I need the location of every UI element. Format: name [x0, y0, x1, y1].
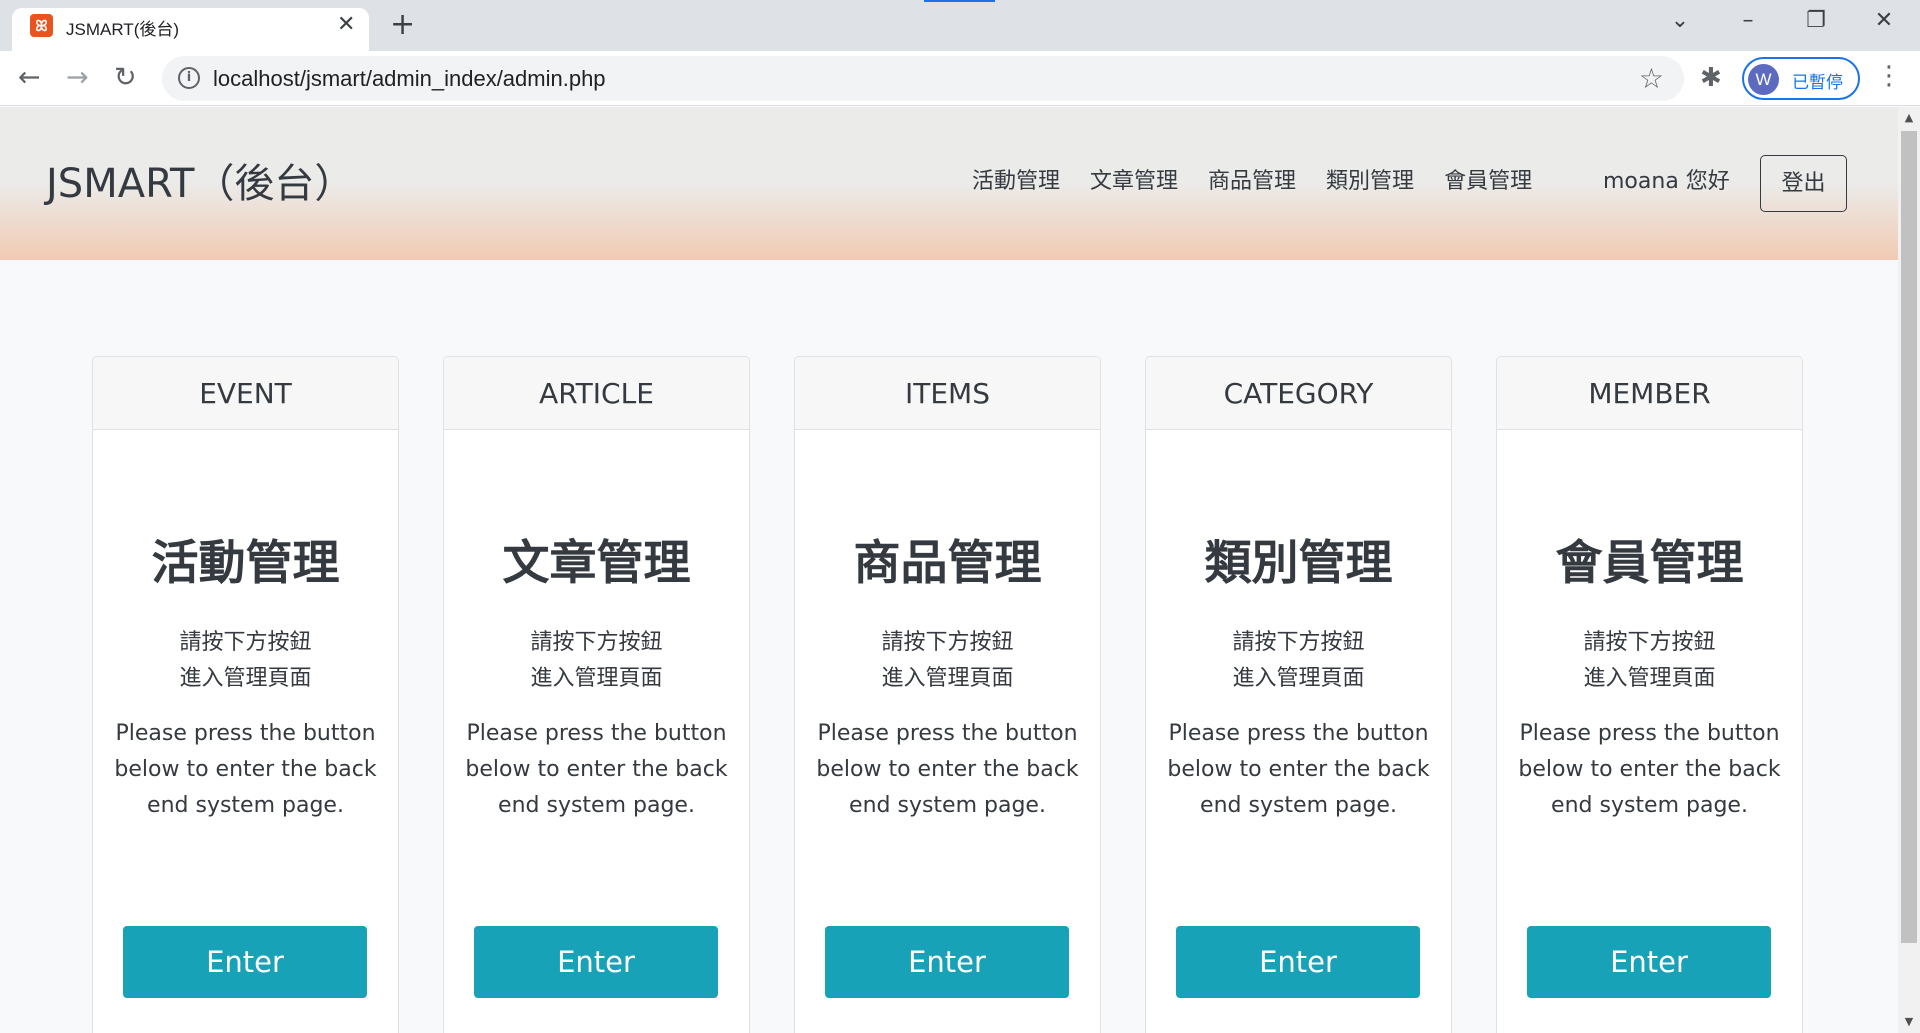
- card-instruction-line2: 進入管理頁面: [1232, 666, 1365, 691]
- bookmark-star-icon[interactable]: ☆: [1639, 62, 1664, 95]
- back-arrow-icon[interactable]: ←: [18, 63, 41, 93]
- card-title: 活動管理: [151, 536, 340, 591]
- kebab-menu-icon[interactable]: ⋮: [1876, 61, 1902, 91]
- user-greeting: moana 您好: [1603, 169, 1730, 194]
- reload-icon[interactable]: ↻: [114, 63, 137, 93]
- page-viewport: JSMART（後台） 活動管理 文章管理 商品管理 類別管理 會員管理 moan…: [0, 107, 1898, 1033]
- card-instruction-line1: 請按下方按鈕: [179, 630, 312, 655]
- card-category: CATEGORY 類別管理 請按下方按鈕 進入管理頁面 Please press…: [1145, 356, 1452, 1033]
- nav-link-member[interactable]: 會員管理: [1444, 163, 1532, 195]
- scroll-up-arrow-icon[interactable]: ▲: [1898, 109, 1920, 127]
- card-instruction-en: Please press the button below to enter t…: [816, 721, 1079, 818]
- card-instruction-cn: 請按下方按鈕 進入管理頁面: [444, 625, 749, 697]
- site-brand[interactable]: JSMART（後台）: [46, 151, 354, 209]
- browser-tab-bar: ꕤ JSMART(後台) ✕ + ⌄ – ❐ ✕: [0, 0, 1920, 51]
- card-title: 商品管理: [853, 536, 1042, 591]
- card-instruction-line1: 請按下方按鈕: [881, 630, 1014, 655]
- enter-category-button[interactable]: Enter: [1176, 926, 1420, 998]
- card-instruction-line1: 請按下方按鈕: [1583, 630, 1716, 655]
- restore-icon[interactable]: ❐: [1796, 8, 1836, 34]
- card-instruction-line1: 請按下方按鈕: [1232, 630, 1365, 655]
- card-instruction-line2: 進入管理頁面: [179, 666, 312, 691]
- browser-toolbar: ← → ↻ i localhost/jsmart/admin_index/adm…: [0, 51, 1920, 106]
- close-window-icon[interactable]: ✕: [1864, 8, 1904, 34]
- card-instruction-en: Please press the button below to enter t…: [465, 721, 728, 818]
- card-items: ITEMS 商品管理 請按下方按鈕 進入管理頁面 Please press th…: [794, 356, 1101, 1033]
- card-header: EVENT: [93, 357, 398, 430]
- enter-event-button[interactable]: Enter: [123, 926, 367, 998]
- card-instruction-line1: 請按下方按鈕: [530, 630, 663, 655]
- tab-strip-indicator: [924, 0, 995, 2]
- logout-button[interactable]: 登出: [1760, 155, 1847, 212]
- card-title: 會員管理: [1555, 536, 1744, 591]
- card-instruction-en: Please press the button below to enter t…: [1518, 721, 1781, 818]
- main-nav: 活動管理 文章管理 商品管理 類別管理 會員管理: [972, 163, 1532, 195]
- card-instruction-en: Please press the button below to enter t…: [1167, 721, 1430, 818]
- card-header: ARTICLE: [444, 357, 749, 430]
- tab-title: JSMART(後台): [66, 20, 180, 39]
- card-instruction-cn: 請按下方按鈕 進入管理頁面: [795, 625, 1100, 697]
- admin-cards: EVENT 活動管理 請按下方按鈕 進入管理頁面 Please press th…: [92, 356, 1804, 1033]
- extensions-puzzle-icon[interactable]: ✱: [1700, 63, 1722, 93]
- site-info-icon[interactable]: i: [178, 67, 200, 89]
- card-instruction-line2: 進入管理頁面: [1583, 666, 1716, 691]
- card-article: ARTICLE 文章管理 請按下方按鈕 進入管理頁面 Please press …: [443, 356, 750, 1033]
- card-instruction-cn: 請按下方按鈕 進入管理頁面: [1497, 625, 1802, 697]
- new-tab-plus-icon[interactable]: +: [390, 9, 415, 41]
- url-text[interactable]: localhost/jsmart/admin_index/admin.php: [213, 66, 606, 92]
- browser-tab[interactable]: ꕤ JSMART(後台) ✕: [12, 8, 369, 51]
- close-tab-icon[interactable]: ✕: [337, 12, 355, 37]
- card-instruction-line2: 進入管理頁面: [881, 666, 1014, 691]
- card-header: MEMBER: [1497, 357, 1802, 430]
- nav-link-event[interactable]: 活動管理: [972, 163, 1060, 195]
- profile-avatar: W: [1748, 64, 1779, 95]
- xampp-favicon-icon: ꕤ: [30, 14, 53, 37]
- card-header: CATEGORY: [1146, 357, 1451, 430]
- card-instruction-line2: 進入管理頁面: [530, 666, 663, 691]
- nav-link-category[interactable]: 類別管理: [1326, 163, 1414, 195]
- site-header: JSMART（後台） 活動管理 文章管理 商品管理 類別管理 會員管理 moan…: [0, 107, 1898, 260]
- page-scrollbar[interactable]: ▲ ▼: [1898, 107, 1920, 1033]
- card-instruction-cn: 請按下方按鈕 進入管理頁面: [93, 625, 398, 697]
- enter-items-button[interactable]: Enter: [825, 926, 1069, 998]
- card-header: ITEMS: [795, 357, 1100, 430]
- nav-link-items[interactable]: 商品管理: [1208, 163, 1296, 195]
- scroll-down-arrow-icon[interactable]: ▼: [1898, 1013, 1920, 1031]
- card-instruction-cn: 請按下方按鈕 進入管理頁面: [1146, 625, 1451, 697]
- card-instruction-en: Please press the button below to enter t…: [114, 721, 377, 818]
- minimize-icon[interactable]: –: [1728, 8, 1768, 34]
- card-title: 類別管理: [1204, 536, 1393, 591]
- enter-member-button[interactable]: Enter: [1527, 926, 1771, 998]
- tab-search-chevron-icon[interactable]: ⌄: [1660, 8, 1700, 34]
- card-event: EVENT 活動管理 請按下方按鈕 進入管理頁面 Please press th…: [92, 356, 399, 1033]
- nav-link-article[interactable]: 文章管理: [1090, 163, 1178, 195]
- profile-status: 已暫停: [1792, 73, 1843, 93]
- address-bar[interactable]: i localhost/jsmart/admin_index/admin.php…: [162, 56, 1684, 101]
- scrollbar-thumb[interactable]: [1901, 131, 1917, 943]
- card-title: 文章管理: [502, 536, 691, 591]
- card-member: MEMBER 會員管理 請按下方按鈕 進入管理頁面 Please press t…: [1496, 356, 1803, 1033]
- forward-arrow-icon[interactable]: →: [66, 63, 89, 93]
- enter-article-button[interactable]: Enter: [474, 926, 718, 998]
- profile-button[interactable]: W 已暫停: [1742, 57, 1860, 100]
